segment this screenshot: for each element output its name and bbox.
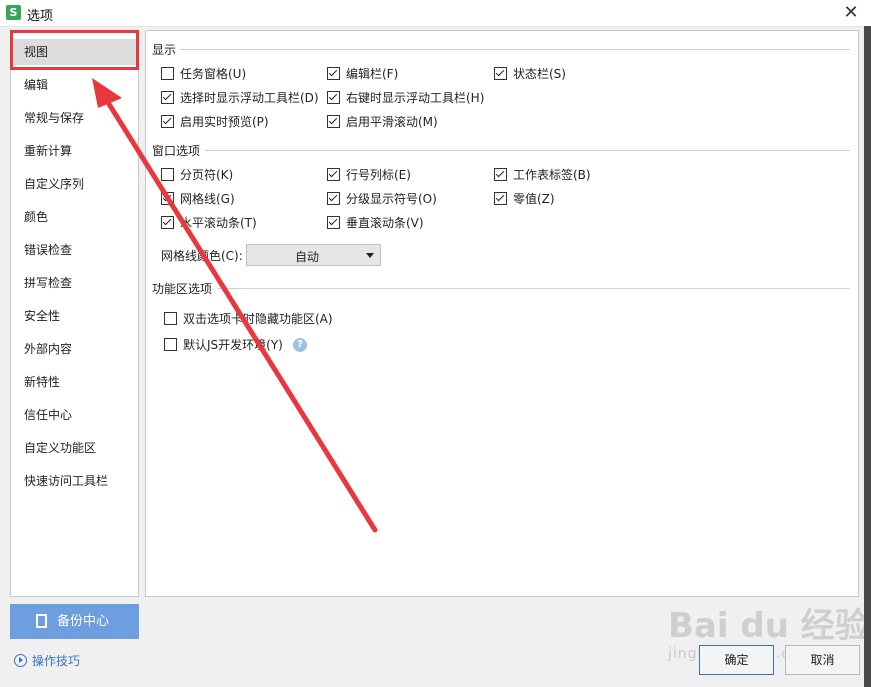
- option-row-col-headers[interactable]: 行号列标(E): [327, 166, 411, 184]
- checkbox-checked-icon: [327, 91, 340, 104]
- option-gridlines[interactable]: 网格线(G): [161, 190, 235, 208]
- backup-center-button[interactable]: 备份中心: [10, 604, 139, 639]
- option-task-pane[interactable]: 任务窗格(U): [161, 65, 246, 83]
- checkbox-checked-icon: [494, 192, 507, 205]
- section-title-display: 显示: [152, 41, 181, 58]
- gridline-color-label: 网格线颜色(C):: [161, 249, 243, 263]
- option-hide-ribbon-dblclick[interactable]: 双击选项卡时隐藏功能区(A): [164, 310, 333, 328]
- backup-icon: [36, 614, 47, 628]
- sidebar-item-security[interactable]: 安全性: [11, 303, 138, 329]
- cancel-button[interactable]: 取消: [785, 645, 860, 675]
- option-sheet-tabs[interactable]: 工作表标签(B): [494, 166, 591, 184]
- window-edge: [864, 26, 871, 687]
- option-formula-bar[interactable]: 编辑栏(F): [327, 65, 398, 83]
- checkbox-icon: [161, 67, 174, 80]
- checkbox-checked-icon: [161, 91, 174, 104]
- close-button[interactable]: ✕: [841, 3, 861, 23]
- option-live-preview[interactable]: 启用实时预览(P): [161, 113, 269, 131]
- checkbox-checked-icon: [327, 192, 340, 205]
- option-float-toolbar-select[interactable]: 选择时显示浮动工具栏(D): [161, 89, 319, 107]
- close-icon: ✕: [843, 2, 859, 23]
- sidebar-item-general-save[interactable]: 常规与保存: [11, 105, 138, 131]
- checkbox-checked-icon: [161, 216, 174, 229]
- gridline-color-select[interactable]: 自动: [246, 244, 381, 266]
- sidebar-item-custom-lists[interactable]: 自定义序列: [11, 171, 138, 197]
- option-zero-values[interactable]: 零值(Z): [494, 190, 555, 208]
- option-float-toolbar-rightclick[interactable]: 右键时显示浮动工具栏(H): [327, 89, 484, 107]
- app-icon: S: [6, 5, 21, 20]
- section-divider: [218, 288, 850, 289]
- sidebar-item-colors[interactable]: 颜色: [11, 204, 138, 230]
- option-page-breaks[interactable]: 分页符(K): [161, 166, 233, 184]
- checkbox-checked-icon: [161, 115, 174, 128]
- checkbox-checked-icon: [327, 67, 340, 80]
- checkbox-checked-icon: [494, 168, 507, 181]
- watermark-logo: Bai du 经验: [668, 606, 869, 646]
- option-vertical-scrollbar[interactable]: 垂直滚动条(V): [327, 214, 424, 232]
- sidebar-item-trust-center[interactable]: 信任中心: [11, 402, 138, 428]
- sidebar-item-quick-access-toolbar[interactable]: 快速访问工具栏: [11, 468, 138, 494]
- title-bar: S 选项 ✕: [0, 0, 871, 27]
- help-icon[interactable]: ?: [293, 338, 307, 352]
- window-title: 选项: [27, 9, 54, 24]
- sidebar-item-edit[interactable]: 编辑: [11, 72, 138, 98]
- ok-button[interactable]: 确定: [699, 645, 774, 675]
- section-divider: [180, 49, 850, 50]
- checkbox-checked-icon: [494, 67, 507, 80]
- sidebar-item-spelling[interactable]: 拼写检查: [11, 270, 138, 296]
- checkbox-icon: [161, 168, 174, 181]
- option-status-bar[interactable]: 状态栏(S): [494, 65, 566, 83]
- tips-link[interactable]: 操作技巧: [14, 652, 80, 669]
- checkbox-checked-icon: [161, 192, 174, 205]
- options-sidebar: 视图 编辑 常规与保存 重新计算 自定义序列 颜色 错误检查 拼写检查 安全性 …: [10, 30, 139, 597]
- sidebar-item-new-features[interactable]: 新特性: [11, 369, 138, 395]
- dropdown-arrow-icon: [366, 253, 374, 258]
- sidebar-item-custom-ribbon[interactable]: 自定义功能区: [11, 435, 138, 461]
- gridline-color-value: 自动: [294, 250, 319, 264]
- option-horizontal-scrollbar[interactable]: 水平滚动条(T): [161, 214, 257, 232]
- option-default-js-env[interactable]: 默认JS开发环境(Y): [164, 336, 283, 354]
- checkbox-checked-icon: [327, 216, 340, 229]
- option-smooth-scroll[interactable]: 启用平滑滚动(M): [327, 113, 438, 131]
- sidebar-item-recalculate[interactable]: 重新计算: [11, 138, 138, 164]
- sidebar-item-view[interactable]: 视图: [11, 39, 138, 65]
- option-outline-symbols[interactable]: 分级显示符号(O): [327, 190, 437, 208]
- checkbox-checked-icon: [327, 168, 340, 181]
- section-divider: [205, 150, 850, 151]
- play-circle-icon: [14, 654, 27, 667]
- checkbox-icon: [164, 312, 177, 325]
- sidebar-item-error-checking[interactable]: 错误检查: [11, 237, 138, 263]
- checkbox-checked-icon: [327, 115, 340, 128]
- section-title-window-options: 窗口选项: [152, 142, 205, 159]
- checkbox-icon: [164, 338, 177, 351]
- section-title-ribbon-options: 功能区选项: [152, 280, 217, 297]
- sidebar-item-external-content[interactable]: 外部内容: [11, 336, 138, 362]
